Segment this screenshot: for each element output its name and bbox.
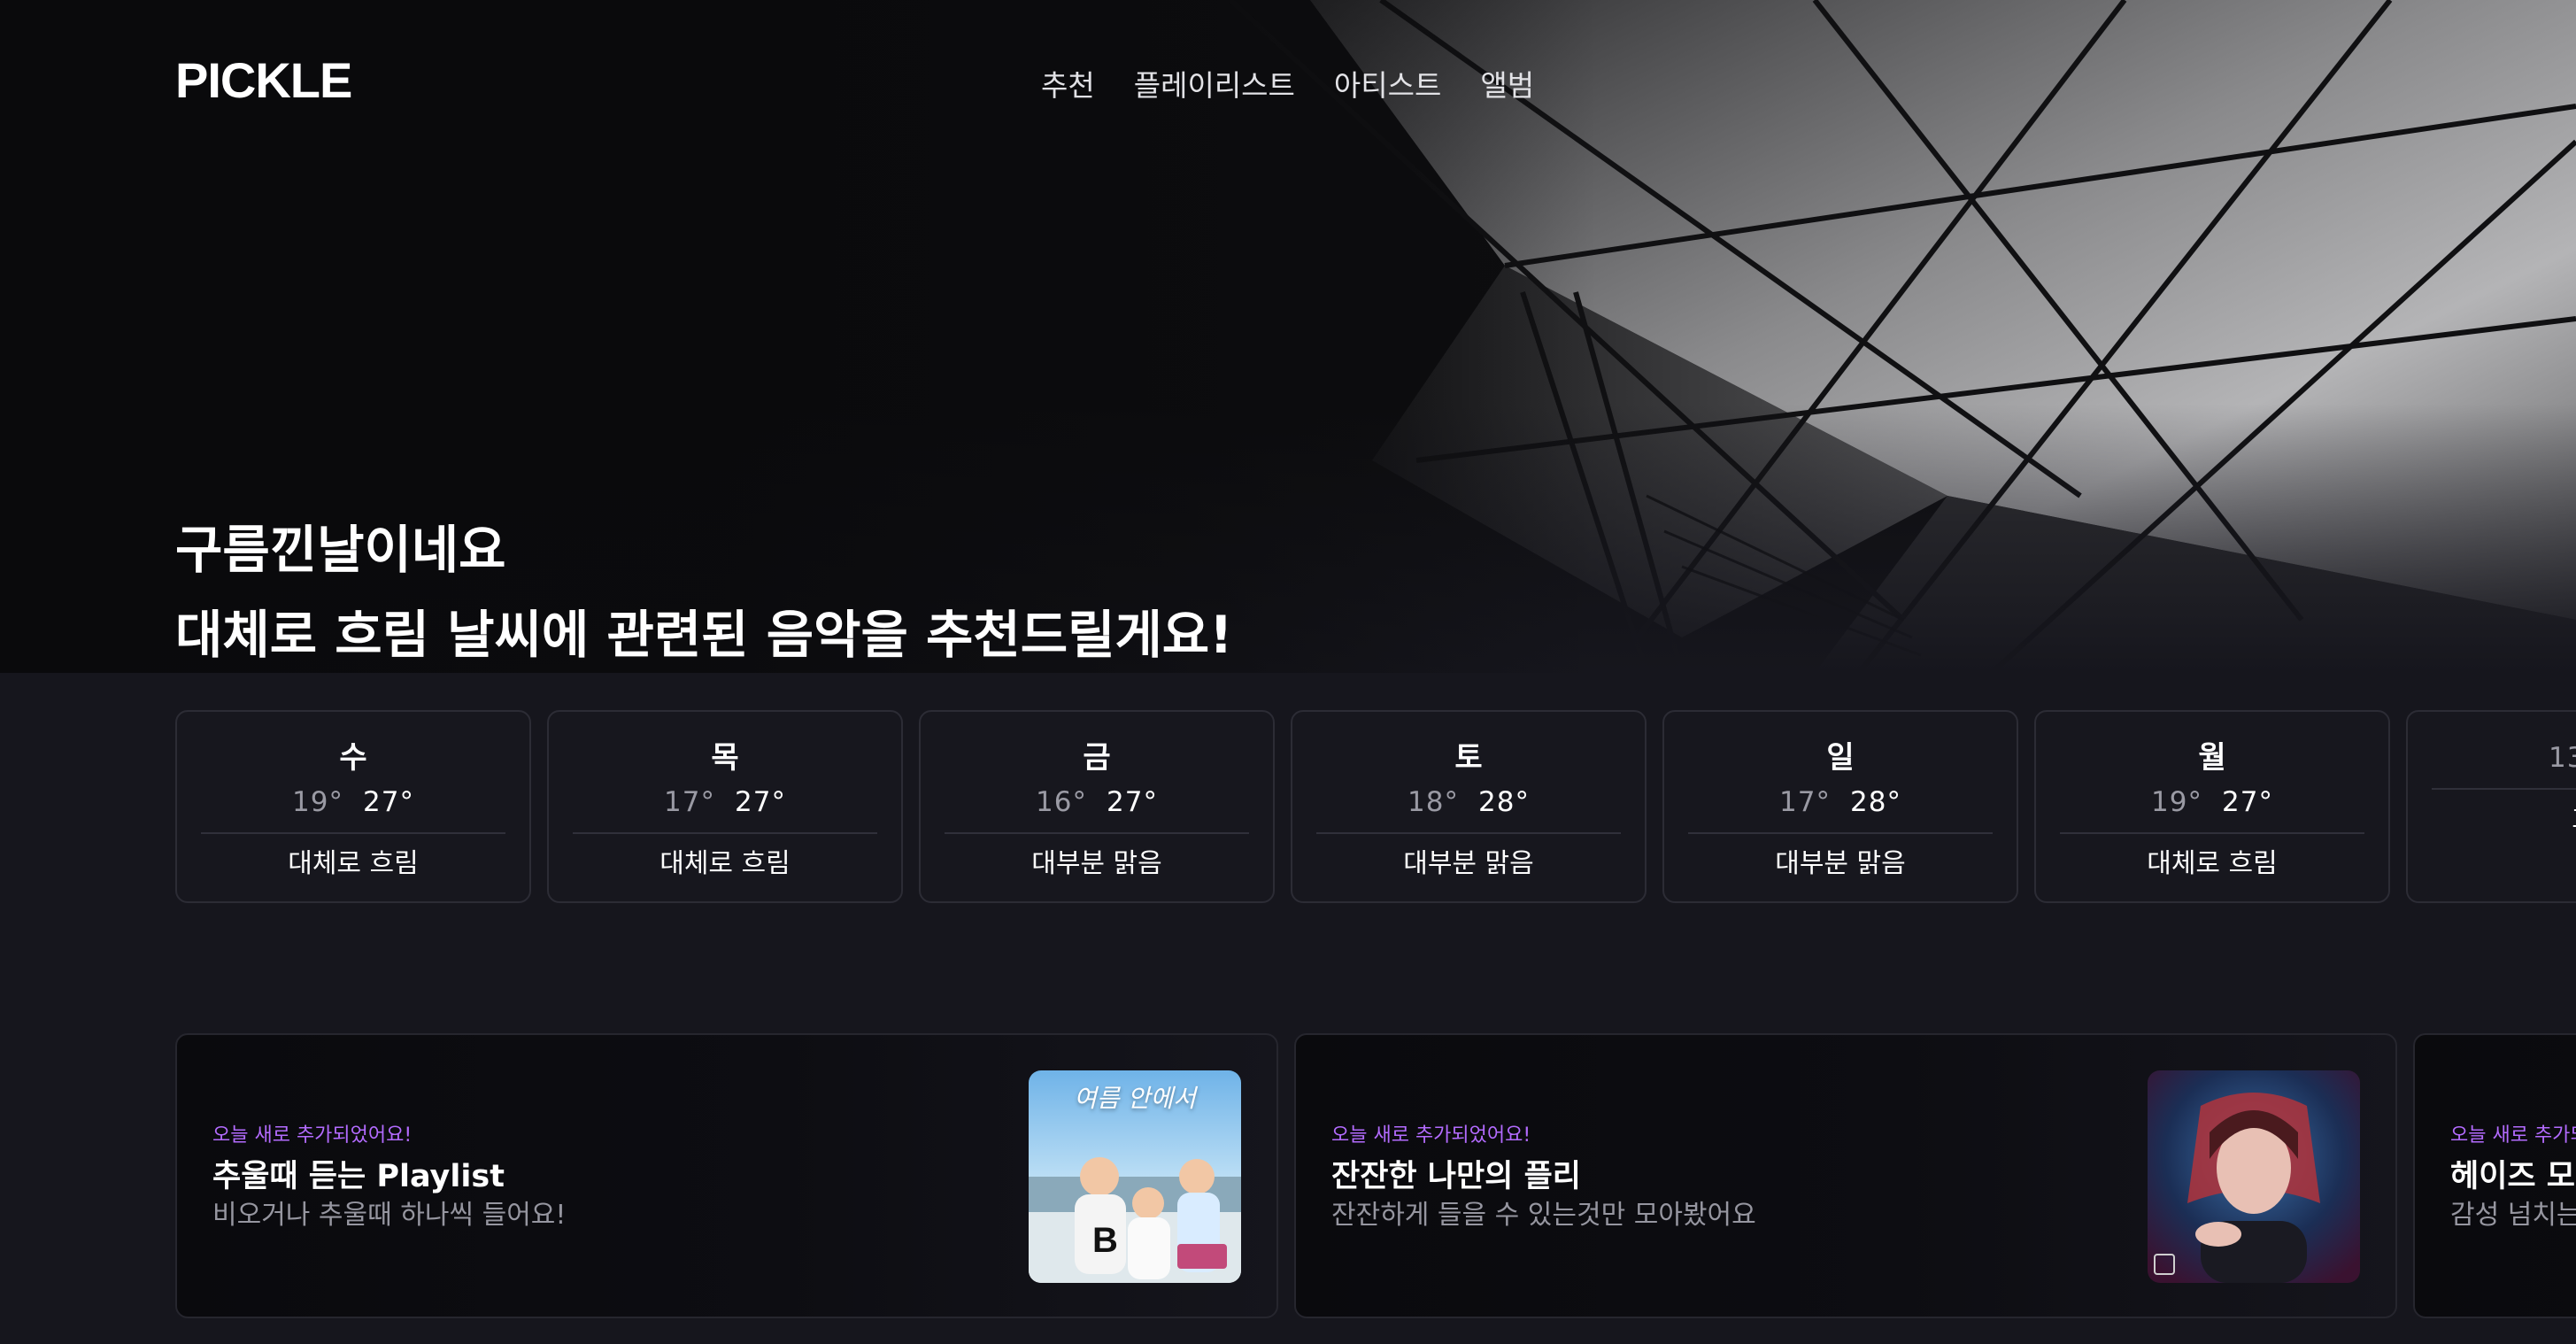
weather-greeting: 구름낀날이네요 — [175, 520, 506, 580]
weather-forecast-row: 수 19° 27° 대체로 흐림 목 17° 27° 대체로 흐림 금 16° 27°… — [175, 710, 2576, 907]
playlist-title: 잔잔한 나만의 플리 — [1331, 1159, 1581, 1194]
temp-max: 27° — [363, 786, 414, 818]
weather-recommend-text: 대체로 흐림 날씨에 관련된 음악을 추천드릴게요! — [175, 605, 1233, 665]
weather-card[interactable]: 13° 호 — [2406, 710, 2576, 903]
temp-min: 13° — [2549, 742, 2576, 774]
temp-min: 19° — [2151, 786, 2202, 818]
playlist-card-text: 오늘 새로 추가되 헤이즈 모음 감성 넘치는 — [2450, 1124, 2576, 1233]
weather-condition: 호 — [2408, 802, 2576, 838]
temp-max: 28° — [1478, 786, 1530, 818]
weather-headline: 구름낀날이네요 대체로 흐림 날씨에 관련된 음악을 추천드릴게요! — [175, 518, 1233, 667]
card-divider — [1316, 832, 1621, 834]
pickle-logo[interactable]: PICKLE — [175, 51, 352, 109]
cover-title-text: 여름 안에서 — [1074, 1084, 1196, 1113]
card-divider — [2060, 832, 2364, 834]
playlist-cover-image[interactable] — [2148, 1070, 2360, 1283]
card-divider — [573, 832, 877, 834]
temp-min: 17° — [664, 786, 715, 818]
weather-temps: 17° 28° — [1664, 784, 2017, 820]
playlist-card[interactable]: 오늘 새로 추가되었어요! 추울때 듣는 Playlist 비오거나 추울때 하… — [175, 1033, 1278, 1318]
playlist-description: 잔잔하게 들을 수 있는것만 모아봤어요 — [1331, 1200, 1756, 1231]
temp-min: 18° — [1408, 786, 1459, 818]
temp-min: 16° — [1036, 786, 1087, 818]
weather-condition: 대부분 맑음 — [1775, 848, 1906, 879]
nav-item-album[interactable]: 앨범 — [1480, 62, 1534, 104]
weather-temps: 18° 28° — [1292, 784, 1645, 820]
cover-artwork — [2148, 1070, 2360, 1283]
temp-max: 27° — [2222, 786, 2273, 818]
main-nav: 추천 플레이리스트 아티스트 앨범 — [1041, 62, 1534, 104]
weather-card[interactable]: 목 17° 27° 대체로 흐림 — [547, 710, 903, 903]
weather-temps: 19° 27° — [2036, 784, 2388, 820]
weather-card[interactable]: 금 16° 27° 대부분 맑음 — [919, 710, 1275, 903]
new-badge-text: 오늘 새로 추가되 — [2450, 1124, 2576, 1147]
top-navigation-bar: PICKLE 추천 플레이리스트 아티스트 앨범 — [0, 0, 2576, 168]
playlist-carousel: 오늘 새로 추가되었어요! 추울때 듣는 Playlist 비오거나 추울때 하… — [175, 1033, 2576, 1322]
playlist-card[interactable]: 오늘 새로 추가되 헤이즈 모음 감성 넘치는 — [2413, 1033, 2576, 1318]
playlist-title: 헤이즈 모음 — [2450, 1159, 2576, 1194]
temp-min: 17° — [1779, 786, 1831, 818]
weather-condition: 대부분 맑음 — [1031, 848, 1162, 879]
playlist-description: 감성 넘치는 — [2450, 1200, 2576, 1231]
weather-card[interactable]: 수 19° 27° 대체로 흐림 — [175, 710, 531, 903]
playlist-description: 비오거나 추울때 하나씩 들어요! — [212, 1200, 567, 1231]
weather-condition: 대부분 맑음 — [1403, 848, 1534, 879]
card-divider — [201, 832, 505, 834]
temp-max: 28° — [1850, 786, 1901, 818]
weather-card[interactable]: 월 19° 27° 대체로 흐림 — [2034, 710, 2390, 903]
weather-card[interactable]: 일 17° 28° 대부분 맑음 — [1662, 710, 2018, 903]
playlist-title: 추울때 듣는 Playlist — [212, 1159, 505, 1194]
new-badge-text: 오늘 새로 추가되었어요! — [1331, 1124, 1531, 1147]
playlist-card[interactable]: 오늘 새로 추가되었어요! 잔잔한 나만의 플리 잔잔하게 들을 수 있는것만 … — [1294, 1033, 2397, 1318]
weather-temps: 17° 27° — [549, 784, 901, 820]
weather-day: 토 — [1454, 740, 1483, 776]
playlist-cover-image[interactable]: B 여름 안에서 — [1029, 1070, 1241, 1283]
playlist-card-text: 오늘 새로 추가되었어요! 추울때 듣는 Playlist 비오거나 추울때 하… — [212, 1124, 566, 1233]
svg-text:B: B — [1092, 1221, 1118, 1260]
card-divider — [945, 832, 1249, 834]
weather-card[interactable]: 토 18° 28° 대부분 맑음 — [1291, 710, 1647, 903]
weather-day: 금 — [1083, 740, 1111, 776]
nav-item-artist[interactable]: 아티스트 — [1334, 62, 1441, 104]
temp-min: 19° — [292, 786, 343, 818]
weather-day: 목 — [711, 740, 739, 776]
weather-condition: 대체로 흐림 — [2147, 848, 2278, 879]
weather-temps: 13° — [2408, 740, 2576, 776]
weather-condition: 대체로 흐림 — [659, 848, 791, 879]
playlist-card-text: 오늘 새로 추가되었어요! 잔잔한 나만의 플리 잔잔하게 들을 수 있는것만 … — [1331, 1124, 1756, 1233]
temp-max: 27° — [1107, 786, 1158, 818]
temp-max: 27° — [735, 786, 786, 818]
card-divider — [2432, 788, 2576, 790]
weather-temps: 19° 27° — [177, 784, 529, 820]
weather-day: 일 — [1826, 740, 1855, 776]
weather-day: 월 — [2198, 740, 2226, 776]
weather-condition: 대체로 흐림 — [288, 848, 419, 879]
nav-item-playlist[interactable]: 플레이리스트 — [1134, 62, 1295, 104]
weather-day: 수 — [339, 740, 367, 776]
card-divider — [1688, 832, 1993, 834]
weather-temps: 16° 27° — [921, 784, 1273, 820]
new-badge-text: 오늘 새로 추가되었어요! — [212, 1124, 413, 1147]
nav-item-recommend[interactable]: 추천 — [1041, 62, 1095, 104]
